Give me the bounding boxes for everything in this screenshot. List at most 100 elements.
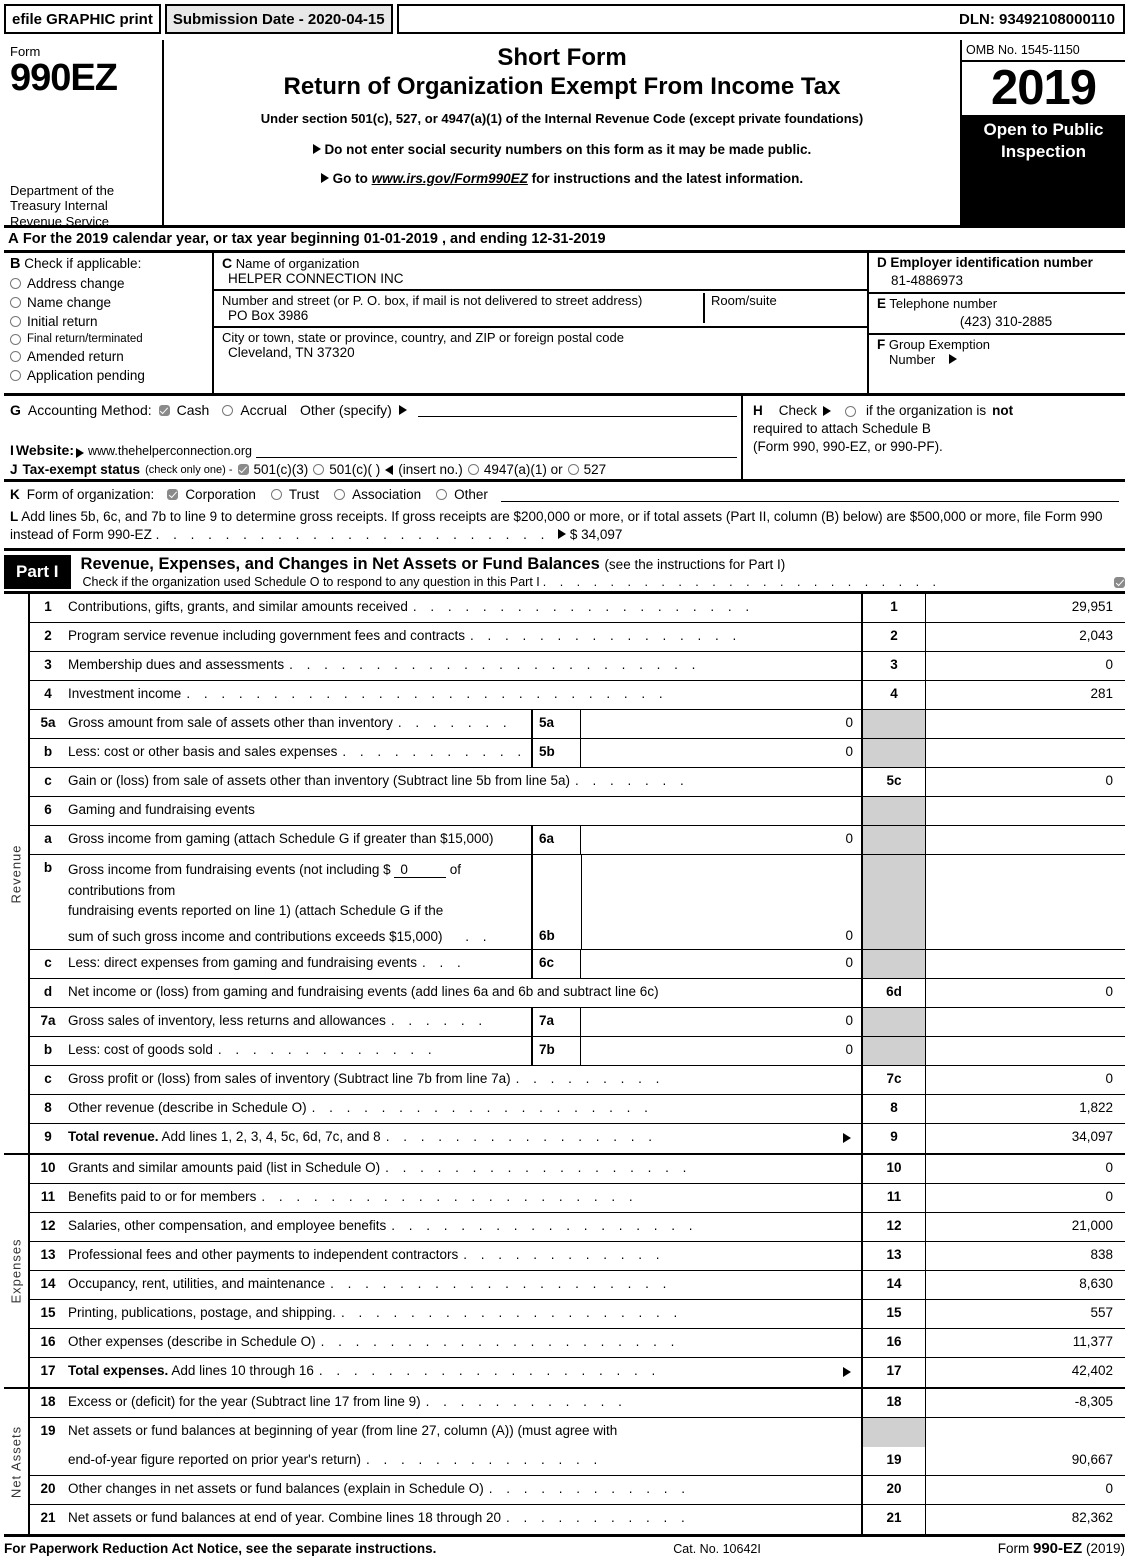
table-row: 7a Gross sales of inventory, less return… [30, 1008, 1125, 1038]
association-checkbox-icon[interactable] [334, 489, 346, 500]
shaded-cell [861, 710, 925, 739]
line-amount[interactable]: 34,097 [925, 1124, 1125, 1154]
schedule-b-checkbox-icon[interactable] [845, 405, 857, 417]
application-pending-checkbox-icon[interactable] [10, 370, 21, 381]
line-amount[interactable]: 0 [925, 979, 1125, 1008]
ssn-notice-text: Do not enter social security numbers on … [324, 142, 812, 157]
table-row: 15 Printing, publications, postage, and … [30, 1300, 1125, 1330]
website-value[interactable]: www.thehelperconnection.org [86, 444, 254, 458]
shaded-cell [861, 797, 925, 826]
initial-return-checkbox-icon[interactable] [10, 316, 21, 327]
line-amount[interactable]: 0 [925, 652, 1125, 681]
status-527-checkbox-icon[interactable] [567, 464, 579, 475]
other-specify-input[interactable] [417, 403, 737, 417]
line-amount[interactable]: 1,822 [925, 1095, 1125, 1124]
checkbox-row-final-return[interactable]: Final return/terminated [10, 333, 208, 345]
check-if-applicable-block: B Check if applicable: Address change Na… [4, 253, 212, 393]
form-main-title: Return of Organization Exempt From Incom… [283, 73, 841, 100]
status-4947-checkbox-icon[interactable] [467, 464, 479, 475]
line-amount[interactable]: 2,043 [925, 623, 1125, 652]
line-number: 14 [40, 1276, 56, 1292]
corporation-checkbox-icon[interactable] [167, 489, 179, 500]
line-amount[interactable]: 0 [925, 1155, 1125, 1184]
line-amount[interactable]: 557 [925, 1300, 1125, 1329]
line-amount[interactable]: 281 [925, 681, 1125, 710]
line-amount[interactable]: 8,630 [925, 1271, 1125, 1300]
fundraising-contributions-value[interactable]: 0 [394, 862, 446, 879]
sub-line-ref: 6a [533, 826, 581, 855]
submission-date-label: Submission Date - 2020-04-15 [164, 4, 393, 34]
other-org-checkbox-icon[interactable] [436, 489, 448, 500]
trust-checkbox-icon[interactable] [270, 489, 282, 500]
ein-value: 81-4886973 [891, 273, 964, 288]
irs-form-link[interactable]: www.irs.gov/Form990EZ [372, 171, 528, 186]
sub-line-amount[interactable]: 0 [581, 826, 861, 854]
part-1-tag: Part I [4, 555, 71, 590]
line-amount[interactable]: 82,362 [925, 1505, 1125, 1535]
sub-amount-box: 7b 0 [531, 1037, 861, 1066]
net-assets-section: Net Assets 18 Excess or (deficit) for th… [4, 1389, 1125, 1538]
checkbox-row-amended-return[interactable]: Amended return [10, 349, 208, 364]
line-ref: 12 [861, 1213, 925, 1242]
sub-line-amount[interactable]: 0 [581, 1037, 861, 1065]
cash-checkbox-icon[interactable] [158, 404, 170, 416]
line-text: Printing, publications, postage, and shi… [68, 1305, 336, 1321]
table-row: 17 Total expenses. Add lines 10 through … [30, 1358, 1125, 1388]
line-text-part-4: sum of such gross income and contributio… [68, 929, 443, 945]
line-number: 2 [44, 628, 52, 644]
amended-return-label: Amended return [27, 349, 124, 364]
amended-return-checkbox-icon[interactable] [10, 351, 21, 362]
address-change-label: Address change [27, 276, 125, 291]
sub-line-amount[interactable]: 0 [581, 1008, 861, 1036]
department-label: Department of the Treasury Internal Reve… [10, 183, 115, 229]
line-amount[interactable]: 29,951 [925, 594, 1125, 623]
leader-dots: . . . . . . . . . . . . [463, 1247, 665, 1263]
line-text: Professional fees and other payments to … [68, 1247, 459, 1263]
table-row: a Gross income from gaming (attach Sched… [30, 826, 1125, 856]
checkbox-row-application-pending[interactable]: Application pending [10, 368, 208, 383]
leader-dots: . . . . . . . . . . . [506, 1510, 690, 1526]
telephone-row: E Telephone number (423) 310-2885 [869, 294, 1125, 335]
part-1-title: Revenue, Expenses, and Changes in Net As… [80, 555, 600, 574]
line-amount[interactable]: 42,402 [925, 1358, 1125, 1388]
net-assets-vertical-label: Net Assets [4, 1389, 30, 1535]
other-org-input[interactable] [500, 488, 1119, 502]
line-number: 8 [44, 1100, 52, 1116]
form-footer-identity: Form 990-EZ (2019) [998, 1540, 1125, 1557]
line-ref: 8 [861, 1095, 925, 1124]
line-amount[interactable]: 0 [925, 1066, 1125, 1095]
expenses-section: Expenses 10 Grants and similar amounts p… [4, 1155, 1125, 1390]
line-amount[interactable]: 90,667 [925, 1447, 1125, 1476]
final-return-checkbox-icon[interactable] [10, 333, 21, 345]
website-label: Website: [15, 442, 74, 458]
line-amount[interactable]: 0 [925, 768, 1125, 797]
line-number: 19 [40, 1423, 56, 1439]
line-text: Gross income from gaming (attach Schedul… [68, 831, 494, 847]
sub-line-amount[interactable]: 0 [581, 710, 861, 738]
name-change-checkbox-icon[interactable] [10, 297, 21, 308]
sub-line-amount[interactable]: 0 [581, 739, 861, 767]
checkbox-row-name-change[interactable]: Name change [10, 295, 208, 310]
line-amount[interactable]: 0 [925, 1184, 1125, 1213]
schedule-o-checkbox-icon[interactable] [1114, 576, 1125, 588]
line-amount[interactable]: 21,000 [925, 1213, 1125, 1242]
status-501c-checkbox-icon[interactable] [313, 464, 325, 475]
line-amount[interactable]: 0 [925, 1476, 1125, 1505]
sub-line-amount[interactable]: 0 [581, 950, 861, 978]
sub-line-amount[interactable]: 0 [845, 928, 853, 943]
form-of-organization-row: K Form of organization: Corporation Trus… [10, 487, 1119, 502]
status-501c3-checkbox-icon[interactable] [237, 464, 249, 475]
line-amount[interactable]: 838 [925, 1242, 1125, 1271]
shaded-cell [861, 826, 925, 855]
line-amount[interactable]: 11,377 [925, 1329, 1125, 1358]
accrual-checkbox-icon[interactable] [222, 404, 234, 416]
checkbox-row-address-change[interactable]: Address change [10, 276, 208, 291]
leader-dots: . . . . . . . . . . . . . . . . . . . . … [289, 657, 701, 673]
goto-prefix: Go to [332, 171, 368, 186]
arrow-right-icon [843, 1133, 851, 1144]
line-amount[interactable]: -8,305 [925, 1389, 1125, 1418]
table-row: 8 Other revenue (describe in Schedule O)… [30, 1095, 1125, 1125]
checkbox-row-initial-return[interactable]: Initial return [10, 314, 208, 329]
address-change-checkbox-icon[interactable] [10, 278, 21, 289]
leader-dots: . . . . . . . . . . . . . . . . . . . . [311, 1100, 653, 1116]
